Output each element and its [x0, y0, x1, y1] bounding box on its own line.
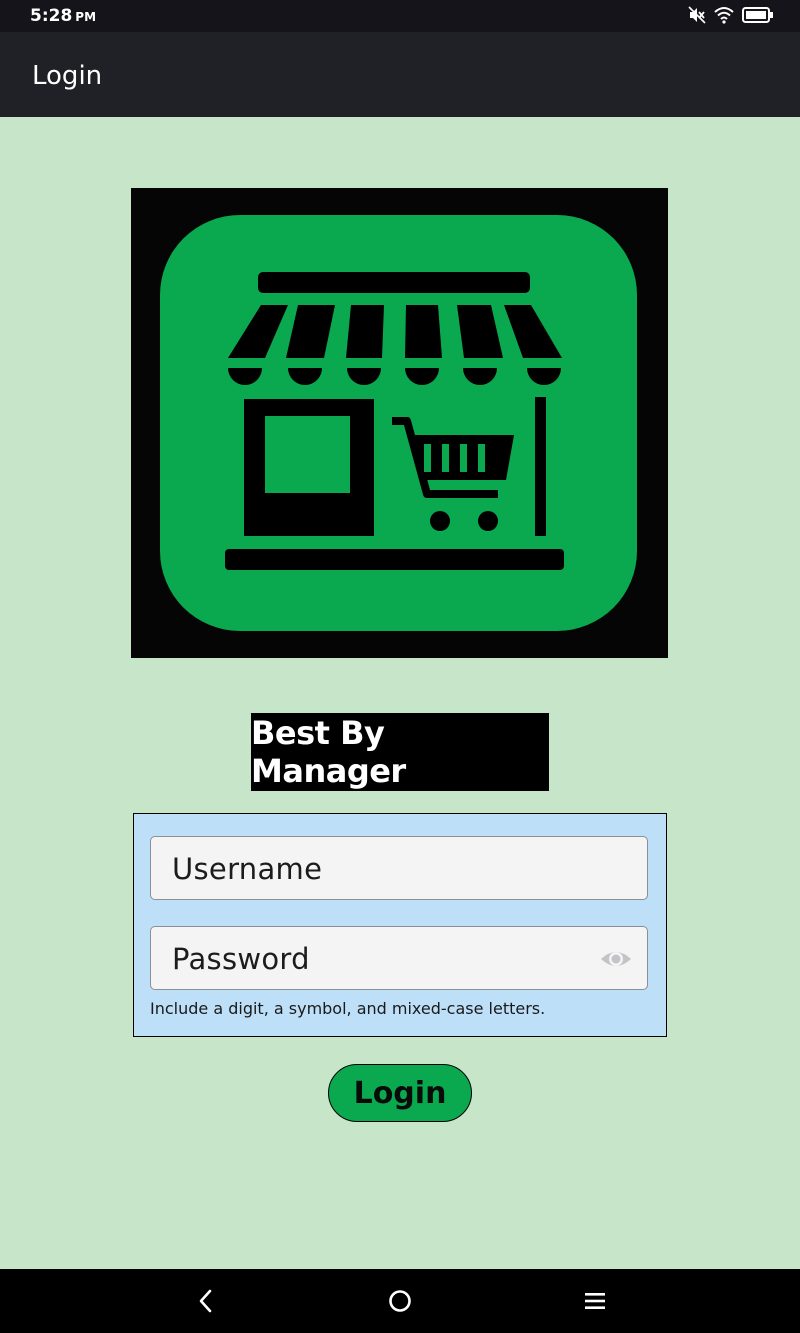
home-icon[interactable] [385, 1287, 415, 1315]
storefront-cart-icon [160, 215, 637, 631]
status-time: 5:28 PM [30, 6, 96, 26]
login-button-label: Login [353, 1075, 447, 1111]
mute-icon [688, 6, 706, 24]
login-content: Best By Manager Username Password Includ… [0, 117, 800, 1269]
page-title: Login [32, 61, 103, 91]
password-field[interactable]: Password [150, 926, 648, 990]
password-placeholder: Password [172, 942, 310, 976]
login-button[interactable]: Login [328, 1064, 472, 1122]
password-hint: Include a digit, a symbol, and mixed-cas… [150, 999, 546, 1018]
status-bar: 5:28 PM [0, 0, 800, 32]
wifi-icon [714, 7, 734, 24]
status-time-ampm: PM [75, 10, 97, 24]
app-bar: Login [0, 32, 800, 117]
back-icon[interactable] [192, 1287, 222, 1315]
brand-banner: Best By Manager [251, 713, 549, 791]
app-logo [131, 188, 668, 658]
eye-icon[interactable] [599, 945, 633, 973]
login-form: Username Password Include a digit, a sym… [133, 813, 667, 1037]
username-placeholder: Username [172, 852, 323, 886]
system-nav-bar [0, 1269, 800, 1333]
username-field[interactable]: Username [150, 836, 648, 900]
status-icons [688, 6, 774, 24]
battery-icon [742, 7, 773, 23]
menu-icon[interactable] [580, 1287, 610, 1315]
brand-name: Best By Manager [251, 714, 406, 790]
status-time-value: 5:28 [30, 6, 73, 26]
